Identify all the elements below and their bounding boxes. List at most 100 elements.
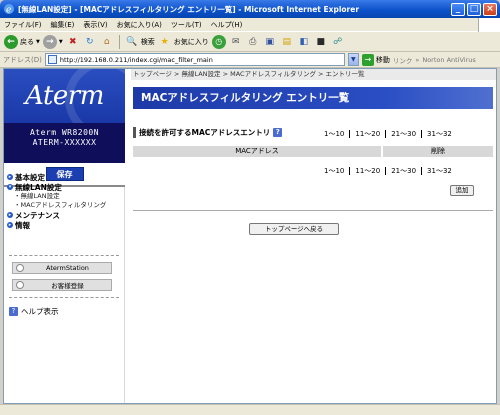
customer-registration-label: お客様登録	[51, 282, 84, 290]
aterm-station-label: AtermStation	[46, 264, 89, 272]
address-url: http://192.168.0.211/index.cgi/mac_filte…	[59, 55, 213, 64]
minimize-button[interactable]: _	[451, 2, 465, 16]
page-link-21-30[interactable]: 21～30	[386, 167, 423, 175]
page-link-31-32[interactable]: 31～32	[422, 167, 457, 175]
divider	[133, 210, 493, 211]
edit-icon[interactable]: ▣	[263, 35, 277, 49]
page-icon	[47, 55, 57, 64]
maximize-button[interactable]: □	[467, 2, 481, 16]
back-to-top-button[interactable]: トップページへ戻る	[249, 223, 339, 235]
column-mac-address: MACアドレス	[133, 146, 383, 157]
nav-label: 情報	[15, 220, 30, 230]
window-titlebar: e [無線LAN設定] - [MACアドレスフィルタリング エントリ一覧] - …	[0, 0, 500, 18]
page-title: MACアドレスフィルタリング エントリ一覧	[133, 87, 493, 109]
page-link-11-20[interactable]: 11～20	[350, 167, 387, 175]
search-icon: 🔍	[126, 36, 138, 47]
window-title: [無線LAN設定] - [MACアドレスフィルタリング エントリ一覧] - Mi…	[18, 4, 360, 14]
address-dropdown-button[interactable]: ▼	[347, 53, 359, 66]
model-info: Aterm WR8200N ATERM-XXXXXX	[4, 123, 125, 163]
antivirus-label[interactable]: Norton AntiVirus	[422, 56, 475, 64]
forward-arrow-icon: →	[42, 34, 57, 49]
favorites-button[interactable]: ★ お気に入り	[158, 35, 209, 49]
go-arrow-icon: →	[361, 53, 374, 66]
links-label[interactable]: リンク	[393, 55, 413, 65]
stop-icon[interactable]: ✖	[66, 35, 80, 49]
back-label: 戻る	[20, 37, 34, 46]
menu-edit[interactable]: 編集(E)	[51, 20, 75, 30]
breadcrumb: トップページ > 無線LAN設定 > MACアドレスフィルタリング > エントリ…	[131, 69, 496, 80]
nav-item-info[interactable]: ▸ 情報	[7, 220, 123, 230]
nav-subitem-wlan-settings[interactable]: ・無線LAN設定	[7, 192, 123, 201]
arrow-icon: ▸	[7, 212, 13, 218]
forward-button[interactable]: → ▼	[42, 34, 63, 49]
column-delete: 削除	[431, 147, 445, 155]
pager-bottom: 1～10 11～20 21～30 31～32	[319, 167, 457, 175]
search-label: 検索	[140, 37, 155, 46]
router-sidebar: Aterm Aterm WR8200N ATERM-XXXXXX 保存 ▸ 基本…	[4, 69, 125, 403]
divider	[9, 255, 119, 256]
star-icon: ★	[160, 36, 169, 47]
print-icon[interactable]: ⎙	[246, 35, 260, 49]
status-bar	[0, 404, 500, 415]
toolbar: ← 戻る ▼ → ▼ ✖ ↻ ⌂ 🔍 検索 ★ お気に入り ◷ ✉ ⎙ ▣ ▤ …	[0, 32, 500, 52]
menu-tools[interactable]: ツール(T)	[171, 20, 202, 30]
help-label: ヘルプ表示	[21, 307, 59, 316]
home-icon[interactable]: ⌂	[100, 35, 114, 49]
aterm-station-button[interactable]: AtermStation	[12, 262, 112, 274]
back-button[interactable]: ← 戻る ▼	[4, 34, 40, 49]
help-icon: ?	[9, 307, 18, 316]
close-button[interactable]: ×	[483, 2, 497, 16]
arrow-icon: ▾	[7, 184, 13, 190]
page-link-21-30[interactable]: 21～30	[386, 130, 423, 138]
arrow-icon: ▸	[7, 222, 13, 228]
windows-logo-icon	[478, 17, 500, 32]
menu-view[interactable]: 表示(V)	[83, 20, 107, 30]
page-link-1-10[interactable]: 1～10	[319, 167, 351, 175]
people-icon[interactable]: ☍	[331, 35, 345, 49]
brand-banner: Aterm	[4, 69, 125, 123]
section-title: 接続を許可するMACアドレスエントリ	[139, 128, 271, 137]
menu-bar: ファイル(F) 編集(E) 表示(V) お気に入り(A) ツール(T) ヘルプ(…	[0, 17, 500, 32]
messenger-icon[interactable]: ◧	[297, 35, 311, 49]
menu-file[interactable]: ファイル(F)	[4, 20, 42, 30]
table-header: MACアドレス 削除	[133, 146, 493, 157]
nav-item-maintenance[interactable]: ▸ メンテナンス	[7, 210, 123, 220]
address-label: アドレス(D)	[3, 55, 42, 64]
research-icon[interactable]: ■	[314, 35, 328, 49]
chevron-right-icon: »	[415, 55, 420, 64]
page-link-1-10[interactable]: 1～10	[319, 130, 351, 138]
address-input[interactable]: http://192.168.0.211/index.cgi/mac_filte…	[44, 53, 345, 66]
swoosh-decoration	[65, 69, 125, 123]
help-link[interactable]: ? ヘルプ表示	[9, 306, 59, 317]
add-button[interactable]: 追加	[450, 185, 474, 196]
toolbar-separator	[118, 34, 120, 49]
address-bar: アドレス(D) http://192.168.0.211/index.cgi/m…	[0, 52, 500, 68]
radio-icon	[16, 264, 24, 272]
nav-item-wlan[interactable]: ▾ 無線LAN設定	[7, 182, 123, 192]
page-link-11-20[interactable]: 11～20	[350, 130, 387, 138]
page-link-31-32[interactable]: 31～32	[422, 130, 457, 138]
refresh-icon[interactable]: ↻	[83, 35, 97, 49]
nav-label: 無線LAN設定	[15, 182, 62, 192]
main-panel: トップページ > 無線LAN設定 > MACアドレスフィルタリング > エントリ…	[131, 69, 496, 403]
browser-content: Aterm Aterm WR8200N ATERM-XXXXXX 保存 ▸ 基本…	[3, 68, 497, 404]
help-icon[interactable]: ?	[273, 128, 283, 137]
mail-icon[interactable]: ✉	[229, 35, 243, 49]
menu-favorites[interactable]: お気に入り(A)	[117, 20, 162, 30]
radio-icon	[16, 281, 24, 289]
arrow-icon: ▸	[7, 174, 13, 180]
nav-item-basic[interactable]: ▸ 基本設定	[7, 172, 123, 182]
history-icon[interactable]: ◷	[211, 34, 226, 49]
favorites-label: お気に入り	[173, 37, 209, 46]
go-label: 移動	[375, 55, 390, 64]
section-bar	[133, 127, 136, 138]
go-button[interactable]: → 移動	[361, 53, 390, 66]
search-button[interactable]: 🔍 検索	[125, 35, 155, 49]
pager-top: 1～10 11～20 21～30 31～32	[319, 130, 457, 138]
customer-registration-button[interactable]: お客様登録	[12, 279, 112, 291]
folder-icon[interactable]: ▤	[280, 35, 294, 49]
back-arrow-icon: ←	[4, 34, 18, 49]
divider	[9, 297, 119, 298]
menu-help[interactable]: ヘルプ(H)	[211, 20, 243, 30]
ie-icon: e	[4, 4, 14, 15]
